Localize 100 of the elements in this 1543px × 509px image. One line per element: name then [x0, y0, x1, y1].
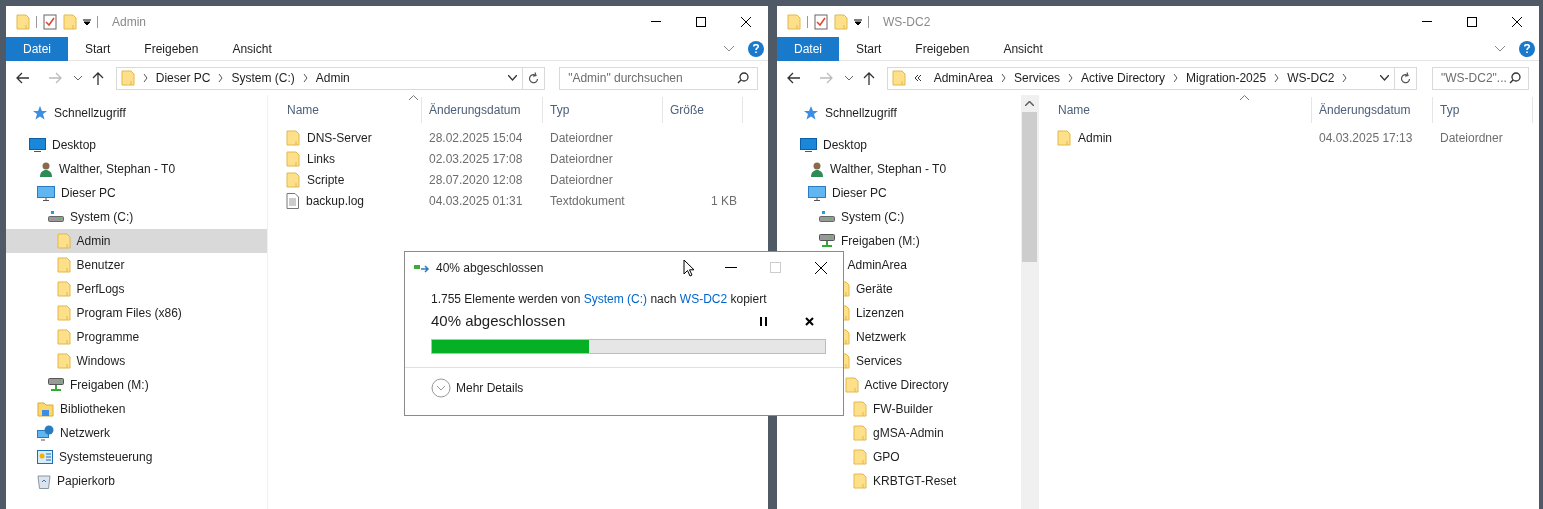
dropdown-icon[interactable]	[854, 17, 862, 26]
column-header[interactable]: Typ	[1433, 97, 1533, 123]
nav-item[interactable]: Walther, Stephan - T0	[6, 157, 267, 181]
chevron-down-icon[interactable]	[508, 75, 518, 81]
refresh-icon[interactable]	[1400, 72, 1411, 84]
nav-item[interactable]: KRBTGT-Reset	[777, 469, 1021, 493]
ribbon-tab[interactable]: Ansicht	[215, 36, 289, 61]
nav-item[interactable]: Programme	[6, 325, 267, 349]
chevron-down-icon[interactable]	[73, 75, 82, 81]
close-icon	[804, 316, 814, 326]
copy-icon	[414, 262, 430, 273]
ribbon-tab[interactable]: Start	[839, 36, 899, 61]
column-header[interactable]: Name	[280, 97, 422, 123]
column-header[interactable]: Änderungsdatum	[422, 97, 543, 123]
overflow-chevrons-icon[interactable]	[913, 74, 922, 82]
chevron-right-icon[interactable]	[302, 74, 308, 82]
scroll-up-icon[interactable]	[1025, 101, 1034, 106]
breadcrumb-item[interactable]: AdminArea	[933, 69, 994, 87]
properties-icon[interactable]	[814, 13, 828, 30]
file-name[interactable]: backup.log	[306, 191, 365, 210]
help-icon[interactable]	[748, 40, 764, 57]
breadcrumb-item[interactable]: Admin	[315, 69, 350, 87]
sort-caret-icon	[409, 95, 418, 100]
breadcrumb-item[interactable]: WS-DC2	[1287, 69, 1335, 87]
nav-item[interactable]: Netzwerk	[6, 421, 267, 445]
chevron-right-icon[interactable]	[1342, 74, 1348, 82]
up-arrow-icon[interactable]	[91, 71, 104, 85]
nav-item[interactable]: Freigaben (M:)	[777, 229, 1021, 253]
nav-item[interactable]: Admin	[6, 229, 267, 253]
refresh-icon[interactable]	[528, 72, 540, 84]
nav-item[interactable]: System (C:)	[777, 205, 1021, 229]
help-icon[interactable]	[1519, 40, 1535, 57]
search-field[interactable]: "Admin" durchsuchen	[559, 66, 758, 90]
chevron-right-icon[interactable]	[1173, 74, 1179, 82]
column-header[interactable]: Typ	[543, 97, 663, 123]
nav-item[interactable]: FW-Builder	[777, 397, 1021, 421]
scrollbar[interactable]	[1021, 95, 1038, 509]
copy-message: kopiert	[729, 292, 767, 306]
column-header[interactable]: Größe	[663, 97, 743, 123]
file-name[interactable]: DNS-Server	[307, 128, 372, 147]
nav-item[interactable]: Papierkorb	[6, 469, 267, 493]
breadcrumb-item[interactable]: Dieser PC	[155, 69, 211, 87]
chevron-right-icon[interactable]	[218, 74, 224, 82]
chevron-right-icon[interactable]	[1001, 74, 1007, 82]
nav-item[interactable]: Bibliotheken	[6, 397, 267, 421]
chevron-right-icon[interactable]	[1274, 74, 1280, 82]
chevron-down-icon[interactable]	[1380, 75, 1389, 81]
ribbon-tab[interactable]: Ansicht	[986, 36, 1060, 61]
properties-icon[interactable]	[43, 13, 57, 30]
nav-item[interactable]: Program Files (x86)	[6, 301, 267, 325]
nav-item[interactable]: Dieser PC	[777, 181, 1021, 205]
chevron-right-icon[interactable]	[142, 74, 148, 82]
nav-item[interactable]: Active Directory	[777, 373, 1021, 397]
nav-item[interactable]: GPO	[777, 445, 1021, 469]
cursor-icon	[683, 258, 696, 277]
breadcrumb-item[interactable]: Active Directory	[1081, 69, 1166, 87]
location-link[interactable]: WS-DC2	[679, 292, 728, 306]
nav-item[interactable]: Desktop	[777, 133, 1021, 157]
breadcrumb-item[interactable]: Migration-2025	[1186, 69, 1267, 87]
maximize-icon	[1466, 16, 1477, 27]
nav-item[interactable]: Schnellzugriff	[777, 101, 1021, 125]
file-name[interactable]: Links	[307, 149, 335, 168]
nav-item[interactable]: Desktop	[6, 133, 267, 157]
ribbon-tab[interactable]: Datei	[6, 36, 68, 61]
file-name[interactable]: Scripte	[307, 170, 345, 189]
breadcrumb-item[interactable]: Services	[1014, 69, 1061, 87]
dropdown-icon[interactable]	[83, 17, 91, 26]
ribbon-tab[interactable]: Datei	[777, 36, 839, 61]
ribbon-tab[interactable]: Freigeben	[127, 36, 216, 61]
nav-item[interactable]: Systemsteuerung	[6, 445, 267, 469]
ribbon-tab[interactable]: Freigeben	[898, 36, 987, 61]
back-arrow-icon[interactable]	[16, 72, 30, 84]
address-bar[interactable]: AdminArea Services Active Directory Migration-2025 WS-DC2	[886, 66, 1417, 90]
column-header[interactable]: Änderungsdatum	[1312, 97, 1433, 123]
recycle-bin-icon	[37, 473, 51, 489]
folder-icon	[891, 70, 906, 86]
file-name[interactable]: Admin	[1078, 128, 1112, 147]
nav-item[interactable]: Schnellzugriff	[6, 101, 267, 125]
nav-item[interactable]: PerfLogs	[6, 277, 267, 301]
up-arrow-icon[interactable]	[862, 71, 875, 85]
location-link[interactable]: System (C:)	[583, 292, 648, 306]
nav-item[interactable]: Freigaben (M:)	[6, 373, 267, 397]
back-arrow-icon[interactable]	[787, 72, 801, 84]
dialog-title: 40% abgeschlossen	[436, 259, 544, 277]
nav-item[interactable]: Windows	[6, 349, 267, 373]
folder-icon	[56, 233, 71, 249]
nav-item[interactable]: Benutzer	[6, 253, 267, 277]
nav-item[interactable]: System (C:)	[6, 205, 267, 229]
breadcrumb-item[interactable]: System (C:)	[231, 69, 295, 87]
nav-item[interactable]: Walther, Stephan - T0	[777, 157, 1021, 181]
ribbon-tab[interactable]: Start	[68, 36, 128, 61]
chevron-down-icon[interactable]	[844, 75, 853, 81]
column-header[interactable]: Name	[1051, 97, 1312, 123]
nav-item[interactable]: Dieser PC	[6, 181, 267, 205]
address-bar[interactable]: Dieser PC System (C:) Admin	[115, 66, 546, 90]
nav-item[interactable]: gMSA-Admin	[777, 421, 1021, 445]
chevron-right-icon[interactable]	[1068, 74, 1074, 82]
expand-chevron-icon	[431, 378, 451, 398]
more-details-button[interactable]: Mehr Details	[431, 378, 524, 398]
search-field[interactable]: "WS-DC2"...	[1432, 66, 1529, 90]
